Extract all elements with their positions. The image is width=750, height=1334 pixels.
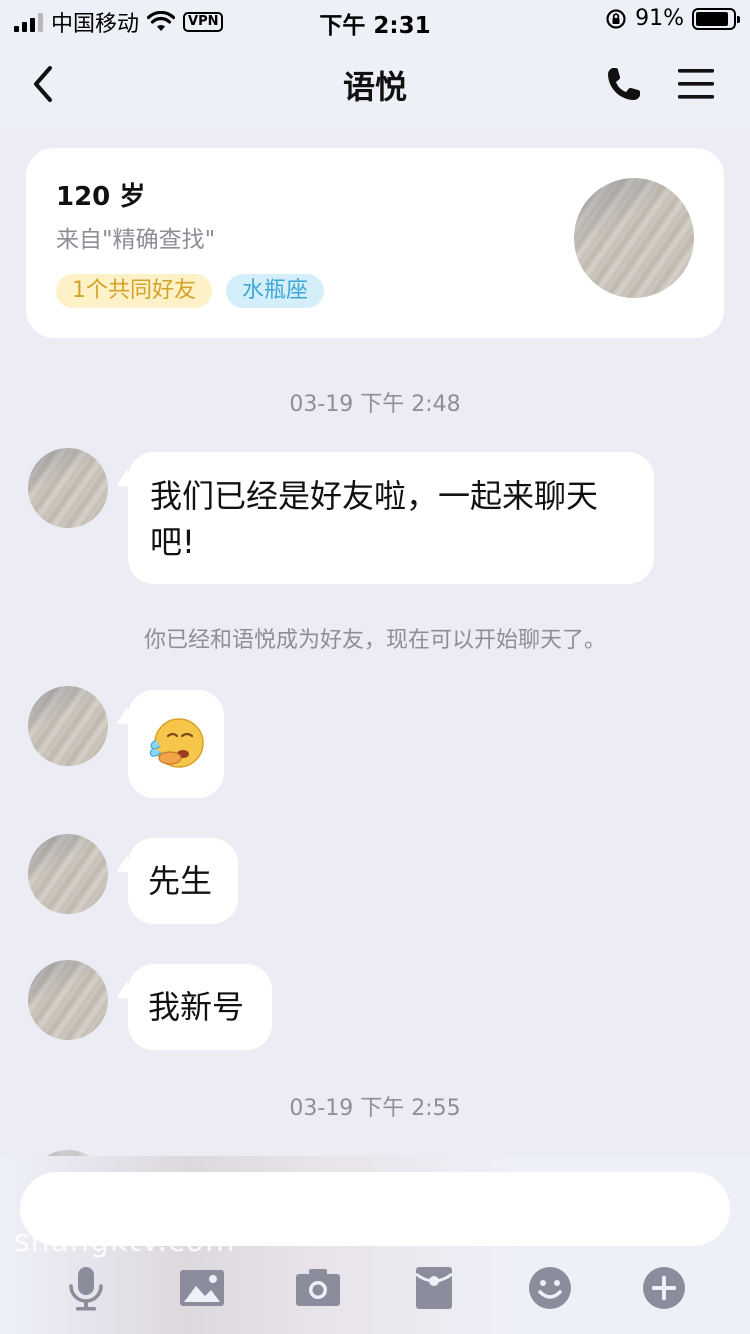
mutual-friends-tag[interactable]: 1个共同好友 — [56, 274, 212, 308]
profile-card[interactable]: 120 岁 来自"精确查找" 1个共同好友 水瓶座 — [26, 148, 724, 338]
phone-icon[interactable] — [604, 64, 644, 104]
image-icon[interactable] — [178, 1264, 226, 1312]
emoji-icon[interactable] — [526, 1264, 574, 1312]
chat-screen: 中国移动 VPN 下午 2:31 91% 语悦 120 岁 来自"精确查找" 1… — [0, 0, 750, 1334]
timestamp: 03-19 下午 2:48 — [289, 392, 461, 417]
message-bubble-emoji[interactable] — [128, 690, 224, 798]
profile-age: 120 岁 — [56, 182, 146, 212]
crying-emoji-icon — [149, 718, 204, 768]
message-bubble[interactable]: 先生 — [128, 838, 238, 924]
profile-source: 来自"精确查找" — [56, 227, 216, 253]
profile-tags: 1个共同好友 水瓶座 — [56, 274, 325, 308]
timestamp: 03-19 下午 2:55 — [289, 1096, 461, 1121]
profile-avatar[interactable] — [574, 178, 694, 298]
status-bar: 中国移动 VPN 下午 2:31 91% — [0, 0, 750, 42]
status-right: 91% — [605, 6, 740, 31]
input-area: shangktv.com — [0, 1156, 750, 1334]
message-bubble[interactable]: 我新号 — [128, 964, 272, 1050]
avatar[interactable] — [28, 960, 108, 1040]
system-message: 你已经和语悦成为好友，现在可以开始聊天了。 — [143, 628, 606, 653]
watermark-text: shangktv.com — [14, 1224, 236, 1259]
avatar[interactable] — [28, 686, 108, 766]
zodiac-tag: 水瓶座 — [226, 274, 325, 308]
nav-bar: 语悦 — [0, 42, 750, 128]
battery-percent: 91% — [635, 6, 684, 31]
orientation-lock-icon — [606, 8, 626, 29]
avatar[interactable] — [28, 448, 108, 528]
battery-icon — [692, 7, 740, 30]
microphone-icon[interactable] — [62, 1264, 110, 1312]
plus-icon[interactable] — [640, 1264, 688, 1312]
message-bubble[interactable]: 我们已经是好友啦，一起来聊天吧! — [128, 452, 654, 584]
red-packet-icon[interactable] — [410, 1264, 458, 1312]
camera-icon[interactable] — [294, 1264, 342, 1312]
avatar[interactable] — [28, 834, 108, 914]
menu-icon[interactable] — [676, 66, 716, 102]
